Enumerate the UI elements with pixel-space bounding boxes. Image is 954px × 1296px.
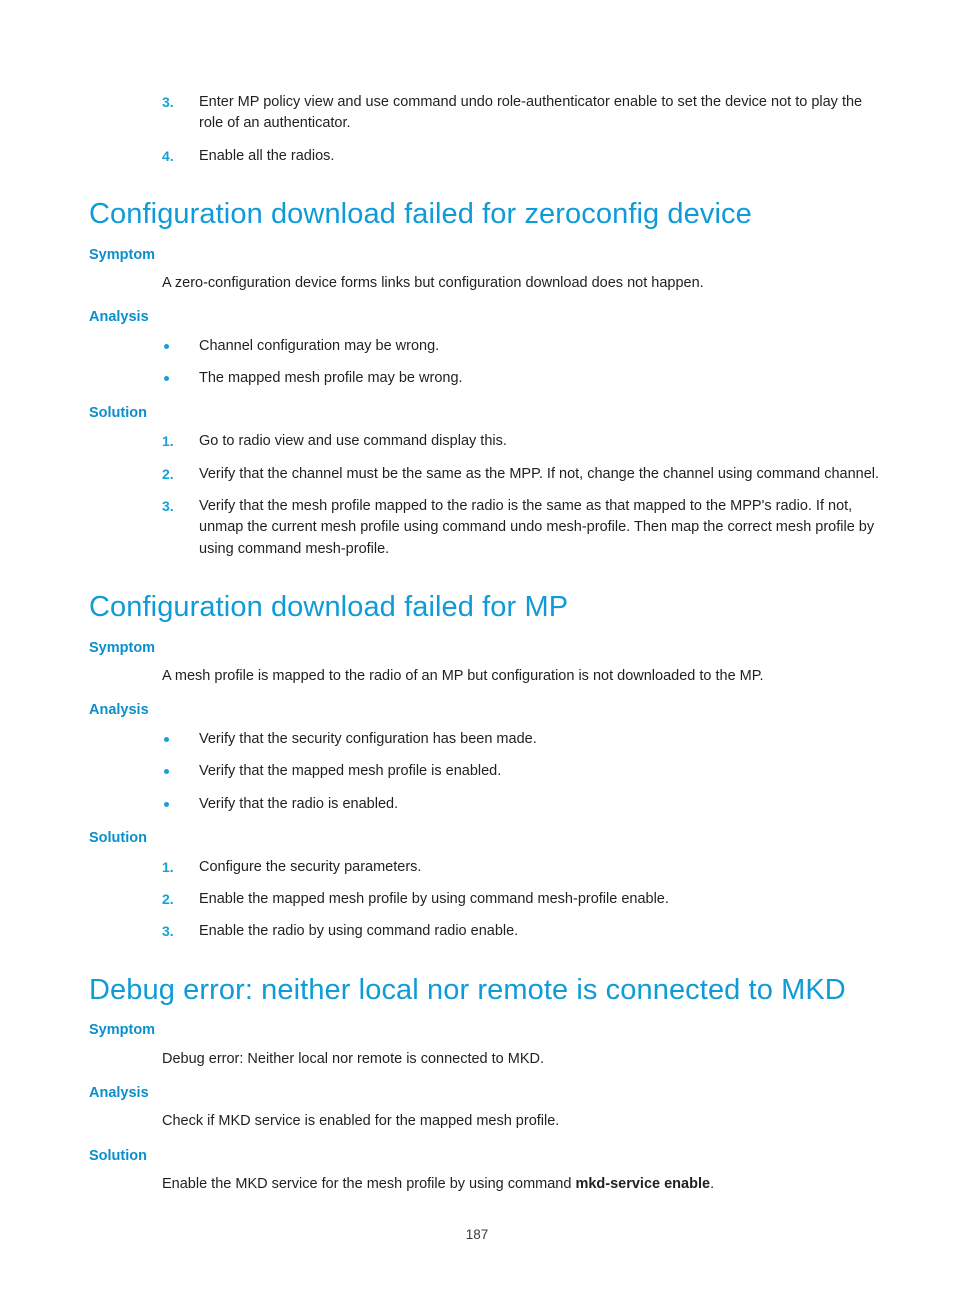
list-item: Verify that the security configuration h… [89,729,888,750]
continued-numbered-list: 3. Enter MP policy view and use command … [89,92,888,167]
list-item: The mapped mesh profile may be wrong. [89,368,888,389]
analysis-label: Analysis [89,309,149,326]
analysis-block: Analysis Check if MKD service is enabled… [89,1085,888,1133]
page-number: 187 [465,1227,489,1242]
symptom-block: Symptom A zero-configuration device form… [89,247,888,295]
list-item-text: Enable all the radios. [199,147,335,164]
analysis-block: Analysis Channel configuration may be wr… [89,309,888,389]
analysis-label: Analysis [89,702,149,719]
list-item: Verify that the radio is enabled. [89,794,888,815]
section-heading: Configuration download failed for MP [89,591,569,624]
symptom-label: Symptom [89,246,156,263]
list-item-text: Enable the mapped mesh profile by using … [199,891,669,908]
solution-label: Solution [89,404,147,421]
bullet-icon [164,376,169,382]
list-marker: 2. [162,891,174,908]
section-heading: Debug error: neither local nor remote is… [89,973,846,1006]
symptom-label: Symptom [89,1022,156,1039]
list-item-text: Verify that the mesh profile mapped to t… [199,498,875,557]
solution-command: mkd-service enable [575,1176,711,1193]
section-zeroconfig: Configuration download failed for zeroco… [89,197,888,231]
list-marker: 3. [162,498,174,515]
list-item-text: Verify that the channel must be the same… [199,465,880,482]
solution-numbered-list: 1. Go to radio view and use command disp… [89,431,888,560]
bullet-icon [164,769,169,775]
analysis-text: Check if MKD service is enabled for the … [162,1113,560,1130]
solution-numbered-list: 1. Configure the security parameters. 2.… [89,857,888,943]
section-mp: Configuration download failed for MP [89,590,888,624]
list-item-text: Enter MP policy view and use command und… [199,94,863,132]
solution-block: Solution Enable the MKD service for the … [89,1148,888,1196]
list-item: 2. Verify that the channel must be the s… [89,464,888,485]
solution-block: Solution 1. Configure the security param… [89,830,888,943]
list-marker: 1. [162,858,174,875]
solution-label: Solution [89,830,147,847]
list-item: 3. Enable the radio by using command rad… [89,921,888,942]
symptom-text: Debug error: Neither local nor remote is… [162,1050,545,1067]
list-marker: 4. [162,147,174,164]
list-item: 1. Go to radio view and use command disp… [89,431,888,452]
symptom-text: A zero-configuration device forms links … [162,274,704,291]
solution-text-lead: Enable the MKD service for the mesh prof… [162,1176,576,1193]
document-page: 3. Enter MP policy view and use command … [0,0,954,1296]
analysis-bullet-list: Verify that the security configuration h… [89,729,888,815]
analysis-block: Analysis Verify that the security config… [89,702,888,815]
list-marker: 3. [162,923,174,940]
bullet-icon [164,736,169,742]
analysis-bullet-list: Channel configuration may be wrong. The … [89,336,888,390]
page-content: 3. Enter MP policy view and use command … [89,0,888,1196]
section-heading: Configuration download failed for zeroco… [89,198,752,231]
bullet-icon [164,801,169,807]
list-item: 3. Enter MP policy view and use command … [89,92,888,135]
analysis-label: Analysis [89,1085,149,1101]
symptom-block: Symptom Debug error: Neither local nor r… [89,1022,888,1070]
list-marker: 1. [162,433,174,450]
list-item: 3. Verify that the mesh profile mapped t… [89,496,888,560]
solution-text: Enable the MKD service for the mesh prof… [89,1174,888,1195]
symptom-block: Symptom A mesh profile is mapped to the … [89,640,888,688]
bullet-icon [164,343,169,349]
solution-label: Solution [89,1147,147,1164]
list-item-text: Enable the radio by using command radio … [199,923,519,940]
list-item-text: The mapped mesh profile may be wrong. [199,370,463,387]
list-item-text: Go to radio view and use command display… [199,433,507,450]
list-item: 4. Enable all the radios. [89,146,888,167]
list-marker: 3. [162,94,174,110]
solution-block: Solution 1. Go to radio view and use com… [89,405,888,561]
solution-text-tail: . [710,1176,715,1193]
list-marker: 2. [162,465,174,482]
list-item: 2. Enable the mapped mesh profile by usi… [89,889,888,910]
list-item-text: Verify that the security configuration h… [199,730,537,747]
list-item: Channel configuration may be wrong. [89,336,888,357]
list-item: Verify that the mapped mesh profile is e… [89,761,888,782]
page-footer: 187 [0,1226,954,1244]
list-item-text: Verify that the mapped mesh profile is e… [199,763,502,780]
list-item-text: Verify that the radio is enabled. [199,795,399,812]
list-item-text: Configure the security parameters. [199,858,422,875]
list-item: 1. Configure the security parameters. [89,857,888,878]
symptom-text: A mesh profile is mapped to the radio of… [162,667,764,684]
symptom-label: Symptom [89,639,156,656]
section-debug-error: Debug error: neither local nor remote is… [89,973,888,1007]
list-item-text: Channel configuration may be wrong. [199,337,440,354]
